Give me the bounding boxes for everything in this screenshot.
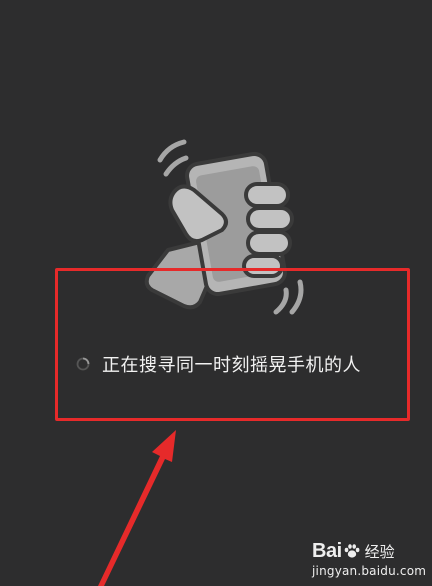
watermark-jingyan: 经验 (364, 542, 395, 561)
status-text: 正在搜寻同一时刻摇晃手机的人 (102, 355, 361, 376)
loading-spinner-icon (76, 357, 90, 371)
shake-screen: 正在搜寻同一时刻摇晃手机的人 Bai 经验 jingyan.baidu.com (0, 0, 432, 586)
watermark-url: jingyan.baidu.com (312, 564, 427, 578)
search-status: 正在搜寻同一时刻摇晃手机的人 (76, 350, 361, 378)
watermark-brand: Bai (312, 539, 342, 562)
paw-icon (344, 544, 360, 558)
highlight-box (55, 268, 410, 421)
watermark: Bai 经验 jingyan.baidu.com (312, 538, 430, 584)
